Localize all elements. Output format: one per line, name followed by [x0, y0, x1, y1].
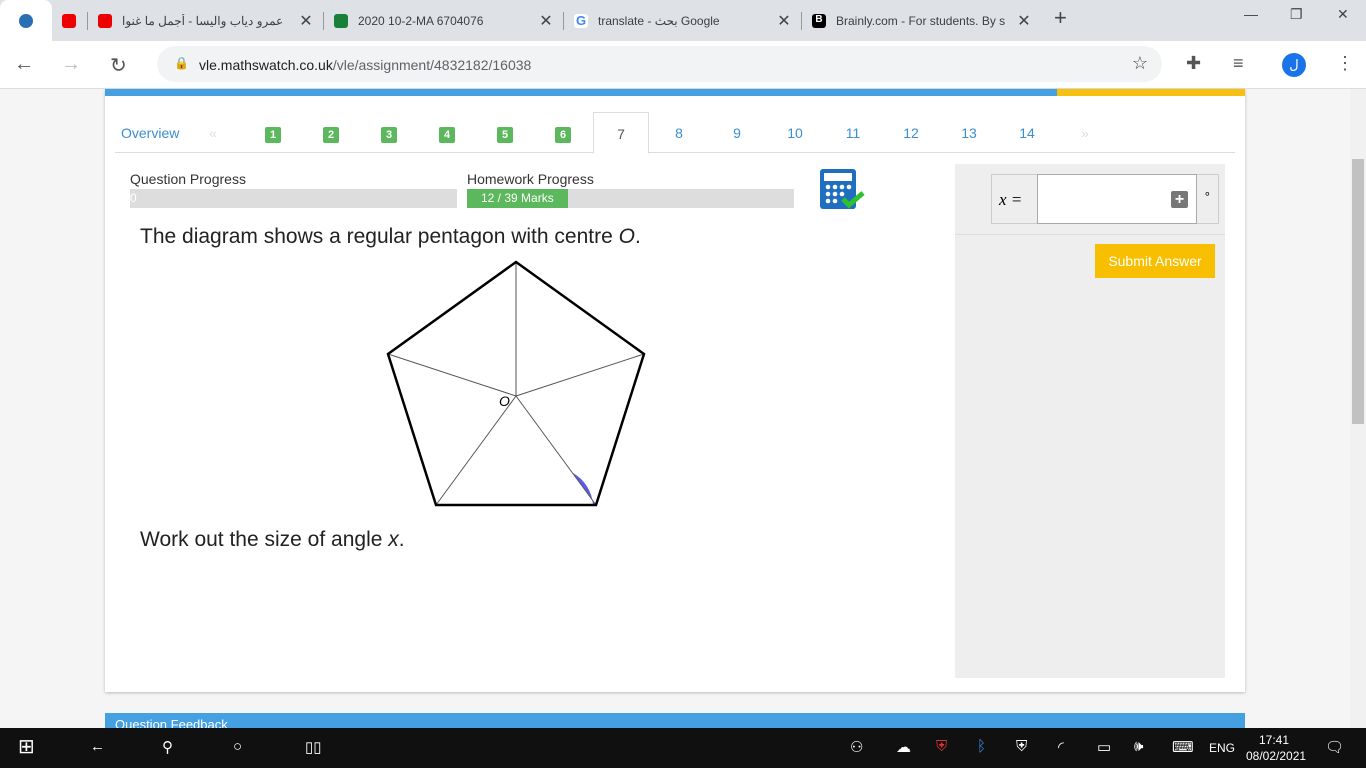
- tab-youtube[interactable]: عمرو دياب واليسا - أجمل ما غنوا ✕: [88, 0, 324, 41]
- onedrive-icon[interactable]: ☁: [896, 738, 911, 756]
- browser-toolbar: ← → ↻ 🔒 vle.mathswatch.co.uk/vle/assignm…: [0, 41, 1366, 89]
- extensions-icon[interactable]: ✚: [1186, 53, 1201, 74]
- homework-progress-bar: 12 / 39 Marks: [467, 189, 794, 208]
- calculator-icon[interactable]: [819, 167, 867, 211]
- bookmark-star-icon[interactable]: ☆: [1132, 53, 1148, 74]
- tab-mathswatch[interactable]: [0, 0, 52, 41]
- security-shield-icon[interactable]: ⛨: [936, 738, 947, 755]
- question-link-12[interactable]: 12: [883, 112, 939, 153]
- lock-icon: 🔒: [174, 56, 189, 70]
- media-control-icon[interactable]: ≡: [1233, 53, 1244, 74]
- overview-link[interactable]: Overview: [115, 112, 185, 153]
- tab-strip: عمرو دياب واليسا - أجمل ما غنوا ✕ 2020 10…: [0, 0, 1366, 41]
- cortana-icon[interactable]: ○: [233, 738, 242, 755]
- answer-group: x = + °: [991, 174, 1219, 224]
- defender-icon[interactable]: ⛨: [1016, 738, 1027, 755]
- degree-unit: °: [1204, 189, 1210, 204]
- question-link-2[interactable]: 2: [303, 112, 359, 153]
- tab-brainly[interactable]: B Brainly.com - For students. By s ✕: [802, 0, 1042, 41]
- tab-classroom[interactable]: 2020 10-2-MA 6704076 ✕: [324, 0, 564, 41]
- question-link-1[interactable]: 1: [245, 112, 301, 153]
- taskbar: ⊞ ← ⚲ ○ ▯▯ ⚇ ☁ ⛨ ᛒ ⛨ ◜ ▭ 🕪 ⌨ ENG 17:41 08…: [0, 728, 1366, 768]
- answer-label: x =: [999, 190, 1023, 209]
- google-icon: G: [574, 12, 588, 28]
- pentagon-diagram: O x: [386, 260, 646, 507]
- question-task: Work out the size of angle x.: [140, 528, 405, 551]
- submit-answer-button[interactable]: Submit Answer: [1095, 244, 1215, 278]
- windows-start-icon[interactable]: ⊞: [18, 734, 35, 759]
- youtube-icon: [98, 13, 112, 28]
- homework-progress-label: Homework Progress: [467, 171, 594, 187]
- question-link-6[interactable]: 6: [535, 112, 591, 153]
- answer-panel: x = + ° Submit Answer: [955, 164, 1225, 678]
- question-link-7[interactable]: 7: [593, 112, 649, 154]
- reload-button[interactable]: ↻: [110, 53, 127, 78]
- progress-stripe: [105, 89, 1057, 96]
- question-link-10[interactable]: 10: [767, 112, 823, 153]
- menu-icon[interactable]: ⋮: [1336, 53, 1354, 74]
- question-progress-bar: 0: [130, 189, 457, 208]
- address-bar[interactable]: 🔒 vle.mathswatch.co.uk/vle/assignment/48…: [157, 46, 1162, 82]
- restore-button[interactable]: ❐: [1290, 6, 1303, 23]
- close-window-button[interactable]: ✕: [1337, 6, 1349, 23]
- question-link-13[interactable]: 13: [941, 112, 997, 153]
- mathswatch-icon: [19, 13, 33, 28]
- new-tab-button[interactable]: +: [1054, 5, 1067, 31]
- search-icon[interactable]: ⚲: [162, 738, 173, 756]
- next-link[interactable]: »: [1057, 112, 1113, 153]
- question-feedback-header[interactable]: Question Feedback: [105, 713, 1245, 728]
- question-intro: The diagram shows a regular pentagon wit…: [140, 225, 641, 248]
- keyboard-icon[interactable]: ⌨: [1172, 738, 1194, 756]
- question-link-4[interactable]: 4: [419, 112, 475, 153]
- bluetooth-icon[interactable]: ᛒ: [977, 738, 986, 755]
- angle-label: x: [566, 487, 575, 504]
- classroom-icon: [334, 13, 348, 28]
- people-icon[interactable]: ⚇: [850, 738, 863, 756]
- tab-google[interactable]: Gtranslate - بحث Google ✕: [564, 0, 802, 41]
- notifications-icon[interactable]: 🗨: [1325, 738, 1344, 756]
- question-card: Overview « 1 2 3 4 5 6 7 8 9 10 11 12 13…: [105, 89, 1245, 692]
- question-link-5[interactable]: 5: [477, 112, 533, 153]
- scrollbar[interactable]: [1350, 89, 1366, 728]
- question-link-8[interactable]: 8: [651, 112, 707, 153]
- question-link-3[interactable]: 3: [361, 112, 417, 153]
- question-link-14[interactable]: 14: [999, 112, 1055, 153]
- minimize-button[interactable]: —: [1244, 6, 1258, 22]
- forward-button: →: [61, 53, 81, 75]
- close-tab-icon[interactable]: ✕: [774, 11, 794, 31]
- volume-icon[interactable]: 🕪: [1134, 738, 1143, 755]
- back-button[interactable]: ←: [14, 53, 34, 76]
- youtube-icon: [62, 13, 76, 28]
- clock[interactable]: 17:41 08/02/2021: [1246, 732, 1306, 764]
- task-view-icon[interactable]: ▯▯: [305, 738, 322, 756]
- progress-stripe-end: [1057, 89, 1245, 96]
- question-nav: Overview « 1 2 3 4 5 6 7 8 9 10 11 12 13…: [115, 112, 1235, 154]
- profile-avatar[interactable]: ل: [1282, 53, 1306, 77]
- question-link-11[interactable]: 11: [825, 112, 881, 153]
- language-indicator[interactable]: ENG: [1209, 741, 1235, 755]
- answer-input[interactable]: +: [1037, 174, 1197, 224]
- brainly-icon: B: [812, 13, 826, 28]
- battery-icon[interactable]: ▭: [1097, 738, 1111, 756]
- close-tab-icon[interactable]: ✕: [1014, 11, 1034, 31]
- close-tab-icon[interactable]: ✕: [296, 11, 316, 31]
- page: Overview « 1 2 3 4 5 6 7 8 9 10 11 12 13…: [0, 89, 1350, 728]
- back-icon[interactable]: ←: [90, 738, 105, 755]
- centre-label: O: [499, 393, 510, 409]
- question-progress-label: Question Progress: [130, 171, 246, 187]
- question-link-9[interactable]: 9: [709, 112, 765, 153]
- tab-youtube-pinned[interactable]: [52, 0, 88, 41]
- close-tab-icon[interactable]: ✕: [536, 11, 556, 31]
- prev-link[interactable]: «: [185, 112, 241, 153]
- insert-symbol-icon[interactable]: +: [1171, 191, 1188, 208]
- wifi-icon[interactable]: ◜: [1058, 738, 1064, 756]
